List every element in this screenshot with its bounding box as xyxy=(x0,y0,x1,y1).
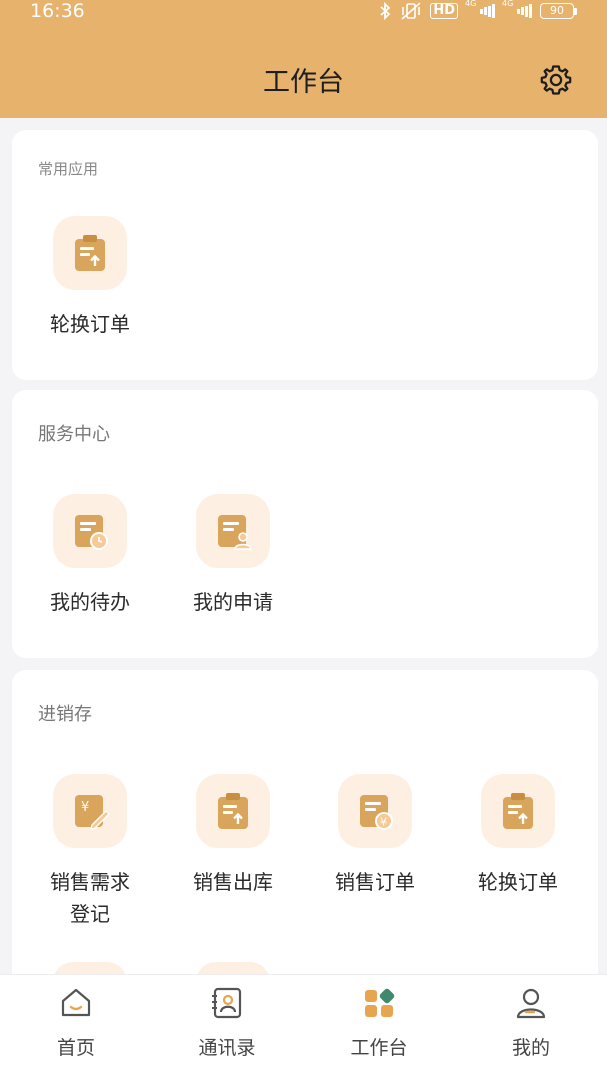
section-title: 进销存 xyxy=(38,704,92,725)
section-service-center: 服务中心 我的待办 我的申请 xyxy=(12,390,598,658)
tab-label: 工作台 xyxy=(350,1037,408,1059)
user-icon xyxy=(513,985,549,1021)
app-label: 我的申请 xyxy=(193,590,273,614)
tab-label: 首页 xyxy=(56,1037,95,1059)
app-label: 销售出库 xyxy=(193,870,273,894)
app-sales-demand-register[interactable]: ¥ 销售需求 登记 xyxy=(20,774,160,930)
page-title: 工作台 xyxy=(263,67,344,98)
svg-text:¥: ¥ xyxy=(380,816,387,829)
gear-icon xyxy=(540,65,572,95)
yen-edit-icon: ¥ xyxy=(53,774,127,848)
section-inventory: 进销存 ¥ 销售需求 登记 销售出库 ¥ 销售订单 轮换订单 xyxy=(12,670,598,990)
app-label: 轮换订单 xyxy=(478,870,558,894)
app-label-line1: 销售需求 xyxy=(50,870,130,894)
contacts-icon xyxy=(209,985,245,1021)
app-label-line2: 登记 xyxy=(70,902,110,926)
battery-icon: 90 xyxy=(540,3,577,19)
document-yen-icon: ¥ xyxy=(338,774,412,848)
app-rotation-order[interactable]: 轮换订单 xyxy=(20,216,160,340)
tab-mine[interactable]: 我的 xyxy=(461,975,601,1080)
document-clock-icon xyxy=(53,494,127,568)
network-type-1: 4G xyxy=(465,0,477,8)
home-icon xyxy=(58,985,94,1021)
header-bar: 16:36 HD 4G 4G 90 工作台 xyxy=(0,0,607,118)
app-my-application[interactable]: 我的申请 xyxy=(163,494,303,618)
clipboard-upload-icon xyxy=(481,774,555,848)
tab-workbench[interactable]: 工作台 xyxy=(309,975,449,1080)
vibrate-off-icon xyxy=(400,2,422,20)
app-label: 销售订单 xyxy=(335,870,415,894)
app-label: 轮换订单 xyxy=(50,312,130,336)
section-common-apps: 常用应用 轮换订单 xyxy=(12,130,598,380)
network-type-2: 4G xyxy=(502,0,514,8)
status-bar: 16:36 HD 4G 4G 90 xyxy=(0,0,607,26)
clipboard-upload-icon xyxy=(53,216,127,290)
status-icons: HD 4G 4G 90 xyxy=(378,0,577,20)
bluetooth-icon xyxy=(378,2,392,20)
tab-label: 我的 xyxy=(511,1037,550,1059)
battery-level: 90 xyxy=(540,3,574,19)
app-rotation-order-2[interactable]: 轮换订单 xyxy=(448,774,588,898)
tab-contacts[interactable]: 通讯录 xyxy=(157,975,297,1080)
app-label: 销售需求 登记 xyxy=(20,866,160,930)
app-sales-order[interactable]: ¥ 销售订单 xyxy=(305,774,445,898)
app-sales-outbound[interactable]: 销售出库 xyxy=(163,774,303,898)
signal-icon: 4G xyxy=(465,0,495,19)
tab-home[interactable]: 首页 xyxy=(6,975,146,1080)
hd-badge: HD xyxy=(430,3,458,19)
document-user-icon xyxy=(196,494,270,568)
bottom-tab-bar: 首页 通讯录 工作台 我的 xyxy=(0,974,607,1080)
tab-label: 通讯录 xyxy=(198,1037,256,1059)
workbench-icon xyxy=(361,985,397,1021)
section-title: 服务中心 xyxy=(38,424,110,445)
app-label: 我的待办 xyxy=(50,590,130,614)
signal-icon-2: 4G xyxy=(502,0,532,19)
section-title: 常用应用 xyxy=(38,160,99,178)
settings-button[interactable] xyxy=(538,62,574,98)
clipboard-upload-icon xyxy=(196,774,270,848)
svg-text:¥: ¥ xyxy=(81,800,89,815)
status-time: 16:36 xyxy=(30,0,85,22)
app-my-todo[interactable]: 我的待办 xyxy=(20,494,160,618)
